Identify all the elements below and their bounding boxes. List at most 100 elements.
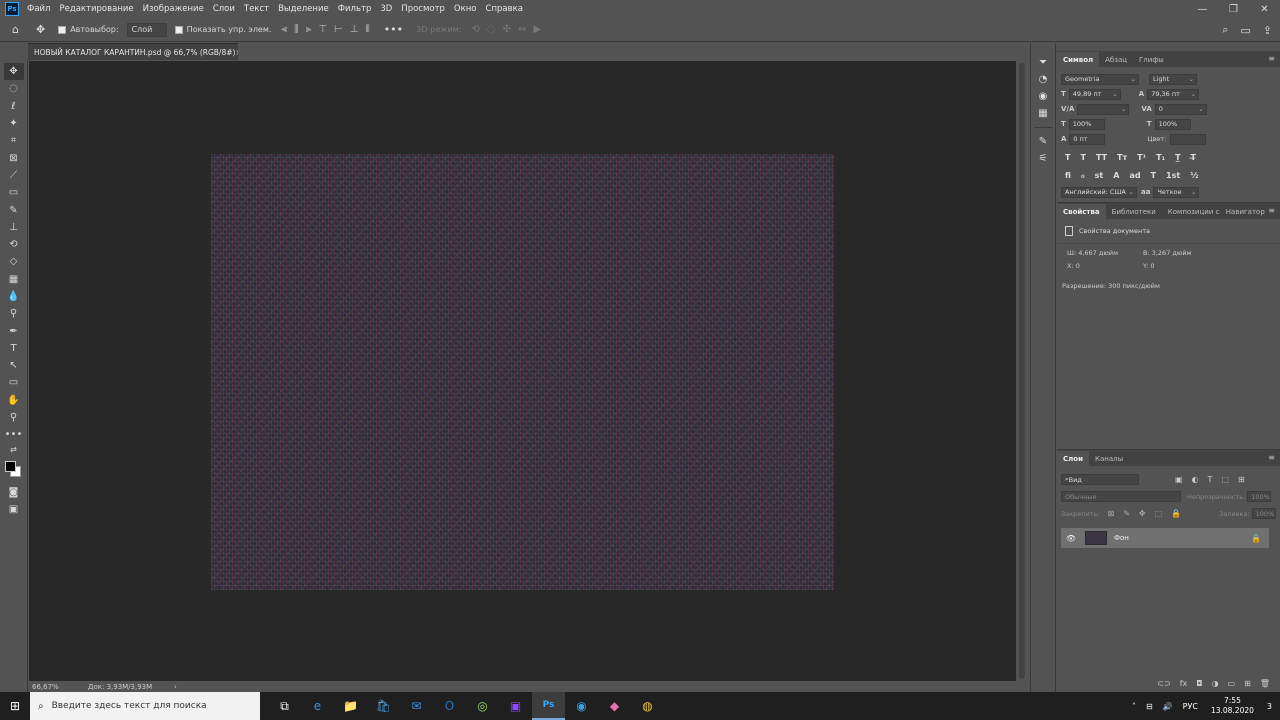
align-middle-icon[interactable]: ⊢	[334, 24, 343, 35]
kerning-field[interactable]: ⌄	[1077, 103, 1130, 115]
tab-libraries[interactable]: Библиотеки	[1106, 204, 1162, 219]
lock-artboard-icon[interactable]: ⬚	[1155, 509, 1163, 518]
language-dropdown[interactable]: Английский: США ⌄	[1061, 186, 1137, 198]
mail-icon[interactable]: ✉	[400, 692, 433, 720]
menu-filter[interactable]: Фильтр	[338, 4, 372, 14]
eye-icon[interactable]: 👁	[1063, 534, 1079, 543]
app-icon[interactable]: ◆	[598, 692, 631, 720]
panel-menu-icon[interactable]: ≡	[1268, 206, 1275, 215]
menu-layers[interactable]: Слои	[213, 4, 235, 14]
color-panel-icon[interactable]: ◔	[1039, 74, 1048, 85]
antialias-dropdown[interactable]: Четкое ⌄	[1153, 186, 1200, 198]
lock-position-icon[interactable]: ✥	[1139, 509, 1146, 518]
menu-type[interactable]: Текст	[244, 4, 269, 14]
app-icon[interactable]: ◎	[466, 692, 499, 720]
doc-x[interactable]: X: 0	[1067, 262, 1143, 270]
volume-icon[interactable]: 🔊	[1163, 702, 1173, 711]
align-left-icon[interactable]: ⫷	[281, 24, 287, 35]
new-group-icon[interactable]: ▭	[1228, 679, 1236, 688]
link-layers-icon[interactable]: ⊂⊃	[1157, 679, 1170, 688]
baseline-shift-field[interactable]: 0 пт	[1069, 133, 1106, 145]
align-right-icon[interactable]: ⫸	[306, 24, 312, 35]
tray-expand-icon[interactable]: ˄	[1132, 702, 1136, 711]
doc-width[interactable]: Ш: 4,667 дюйм	[1067, 249, 1143, 257]
faux-bold-button[interactable]: T	[1065, 153, 1070, 162]
panel-menu-icon[interactable]: ≡	[1268, 453, 1275, 462]
underline-button[interactable]: T̲	[1175, 153, 1180, 162]
tab-properties[interactable]: Свойства	[1057, 204, 1106, 219]
lock-icon[interactable]: 🔒	[1251, 534, 1261, 543]
superscript-button[interactable]: T¹	[1137, 153, 1146, 162]
doc-height[interactable]: В: 3,267 дюйм	[1143, 249, 1191, 257]
lock-all-icon[interactable]: 🔒	[1171, 509, 1181, 518]
filter-type-icon[interactable]: T	[1208, 475, 1213, 484]
layer-style-icon[interactable]: fx	[1180, 679, 1188, 688]
swash-button[interactable]: A	[1113, 171, 1119, 180]
adjustment-layer-icon[interactable]: ◑	[1212, 679, 1219, 688]
tab-navigator[interactable]: Навигатор	[1220, 204, 1271, 219]
store-icon[interactable]: 🛍	[367, 692, 400, 720]
task-view-icon[interactable]: ⧉	[268, 692, 301, 720]
ordinals-button[interactable]: 1st	[1166, 171, 1180, 180]
trash-icon[interactable]: 🗑	[1260, 679, 1270, 688]
share-icon[interactable]: ⇪	[1263, 24, 1272, 37]
horizontal-scale-field[interactable]: 100%	[1154, 118, 1191, 130]
foreground-color[interactable]	[4, 460, 16, 472]
network-icon[interactable]: ⊟	[1146, 702, 1153, 711]
vertical-scrollbar[interactable]	[1016, 61, 1028, 681]
tab-channels[interactable]: Каналы	[1089, 451, 1129, 466]
lasso-tool-icon[interactable]: ℓ	[4, 98, 24, 115]
photoshop-taskbar-icon[interactable]: Ps	[532, 692, 565, 720]
adjustments-panel-icon[interactable]: ⚟	[1039, 153, 1048, 164]
lock-pixels-icon[interactable]: ✎	[1123, 509, 1130, 518]
stamp-tool-icon[interactable]: ⊥	[4, 219, 24, 236]
more-tools-icon[interactable]: •••	[4, 426, 24, 443]
fill-field[interactable]: 100%	[1251, 508, 1276, 519]
taskbar-search[interactable]: ⌕ Введите здесь текст для поиска	[30, 692, 260, 720]
notifications-icon[interactable]: 3	[1267, 702, 1272, 711]
windows-start-icon[interactable]: ⊞	[0, 692, 30, 720]
faux-italic-button[interactable]: T	[1080, 153, 1085, 162]
layer-name[interactable]: Фон	[1114, 534, 1129, 542]
home-icon[interactable]: ⌂	[12, 23, 19, 36]
layer-row[interactable]: 👁 Фон 🔒	[1061, 528, 1269, 548]
type-tool-icon[interactable]: T	[4, 340, 24, 357]
font-style-dropdown[interactable]: Light ⌄	[1149, 73, 1197, 85]
menu-select[interactable]: Выделение	[278, 4, 329, 14]
quick-mask-icon[interactable]: ◙	[4, 484, 24, 501]
swatches-panel-icon[interactable]: ◉	[1039, 91, 1048, 102]
blur-tool-icon[interactable]: 💧	[4, 288, 24, 305]
strikethrough-button[interactable]: T̶	[1191, 153, 1196, 162]
panel-menu-icon[interactable]: ≡	[1268, 54, 1275, 63]
filter-pixel-icon[interactable]: ▣	[1175, 475, 1183, 484]
doc-y[interactable]: Y: 0	[1143, 262, 1155, 270]
font-family-dropdown[interactable]: Geometria ⌄	[1061, 73, 1139, 85]
align-bottom-icon[interactable]: ⊥	[350, 24, 359, 35]
search-icon[interactable]: ⌕	[1222, 23, 1228, 37]
status-menu-arrow-icon[interactable]: ›	[174, 683, 177, 691]
minimize-button[interactable]: —	[1187, 0, 1218, 18]
gradient-tool-icon[interactable]: ▦	[4, 271, 24, 288]
slide-3d-icon[interactable]: ⇔	[518, 24, 526, 35]
filter-shape-icon[interactable]: ⬚	[1221, 475, 1229, 484]
font-size-field[interactable]: 49,89 пт ⌄	[1068, 88, 1121, 100]
eraser-tool-icon[interactable]: ◇	[4, 253, 24, 270]
screen-mode-icon[interactable]: ▣	[4, 501, 24, 518]
healing-tool-icon[interactable]: ▭	[4, 184, 24, 201]
file-explorer-icon[interactable]: 📁	[334, 692, 367, 720]
align-top-icon[interactable]: ⊤	[318, 24, 327, 35]
layer-filter-dropdown[interactable]: ⌕ Вид	[1061, 474, 1139, 485]
history-brush-tool-icon[interactable]: ⟲	[4, 236, 24, 253]
drag-3d-icon[interactable]: ✣	[503, 24, 511, 35]
small-caps-button[interactable]: Tт	[1117, 153, 1127, 162]
brush-tool-icon[interactable]: ✎	[4, 201, 24, 218]
chrome-icon[interactable]: ◍	[631, 692, 664, 720]
document-image[interactable]	[211, 154, 834, 590]
filter-smart-object-icon[interactable]: ⊞	[1238, 475, 1245, 484]
titling-button[interactable]: T	[1151, 171, 1156, 180]
close-button[interactable]: ✕	[1249, 0, 1280, 18]
outlook-icon[interactable]: O	[433, 692, 466, 720]
brushes-panel-icon[interactable]: ✎	[1039, 136, 1047, 147]
workspace-icon[interactable]: ▭	[1240, 24, 1250, 37]
autoselect-dropdown[interactable]: Слой	[126, 22, 167, 37]
